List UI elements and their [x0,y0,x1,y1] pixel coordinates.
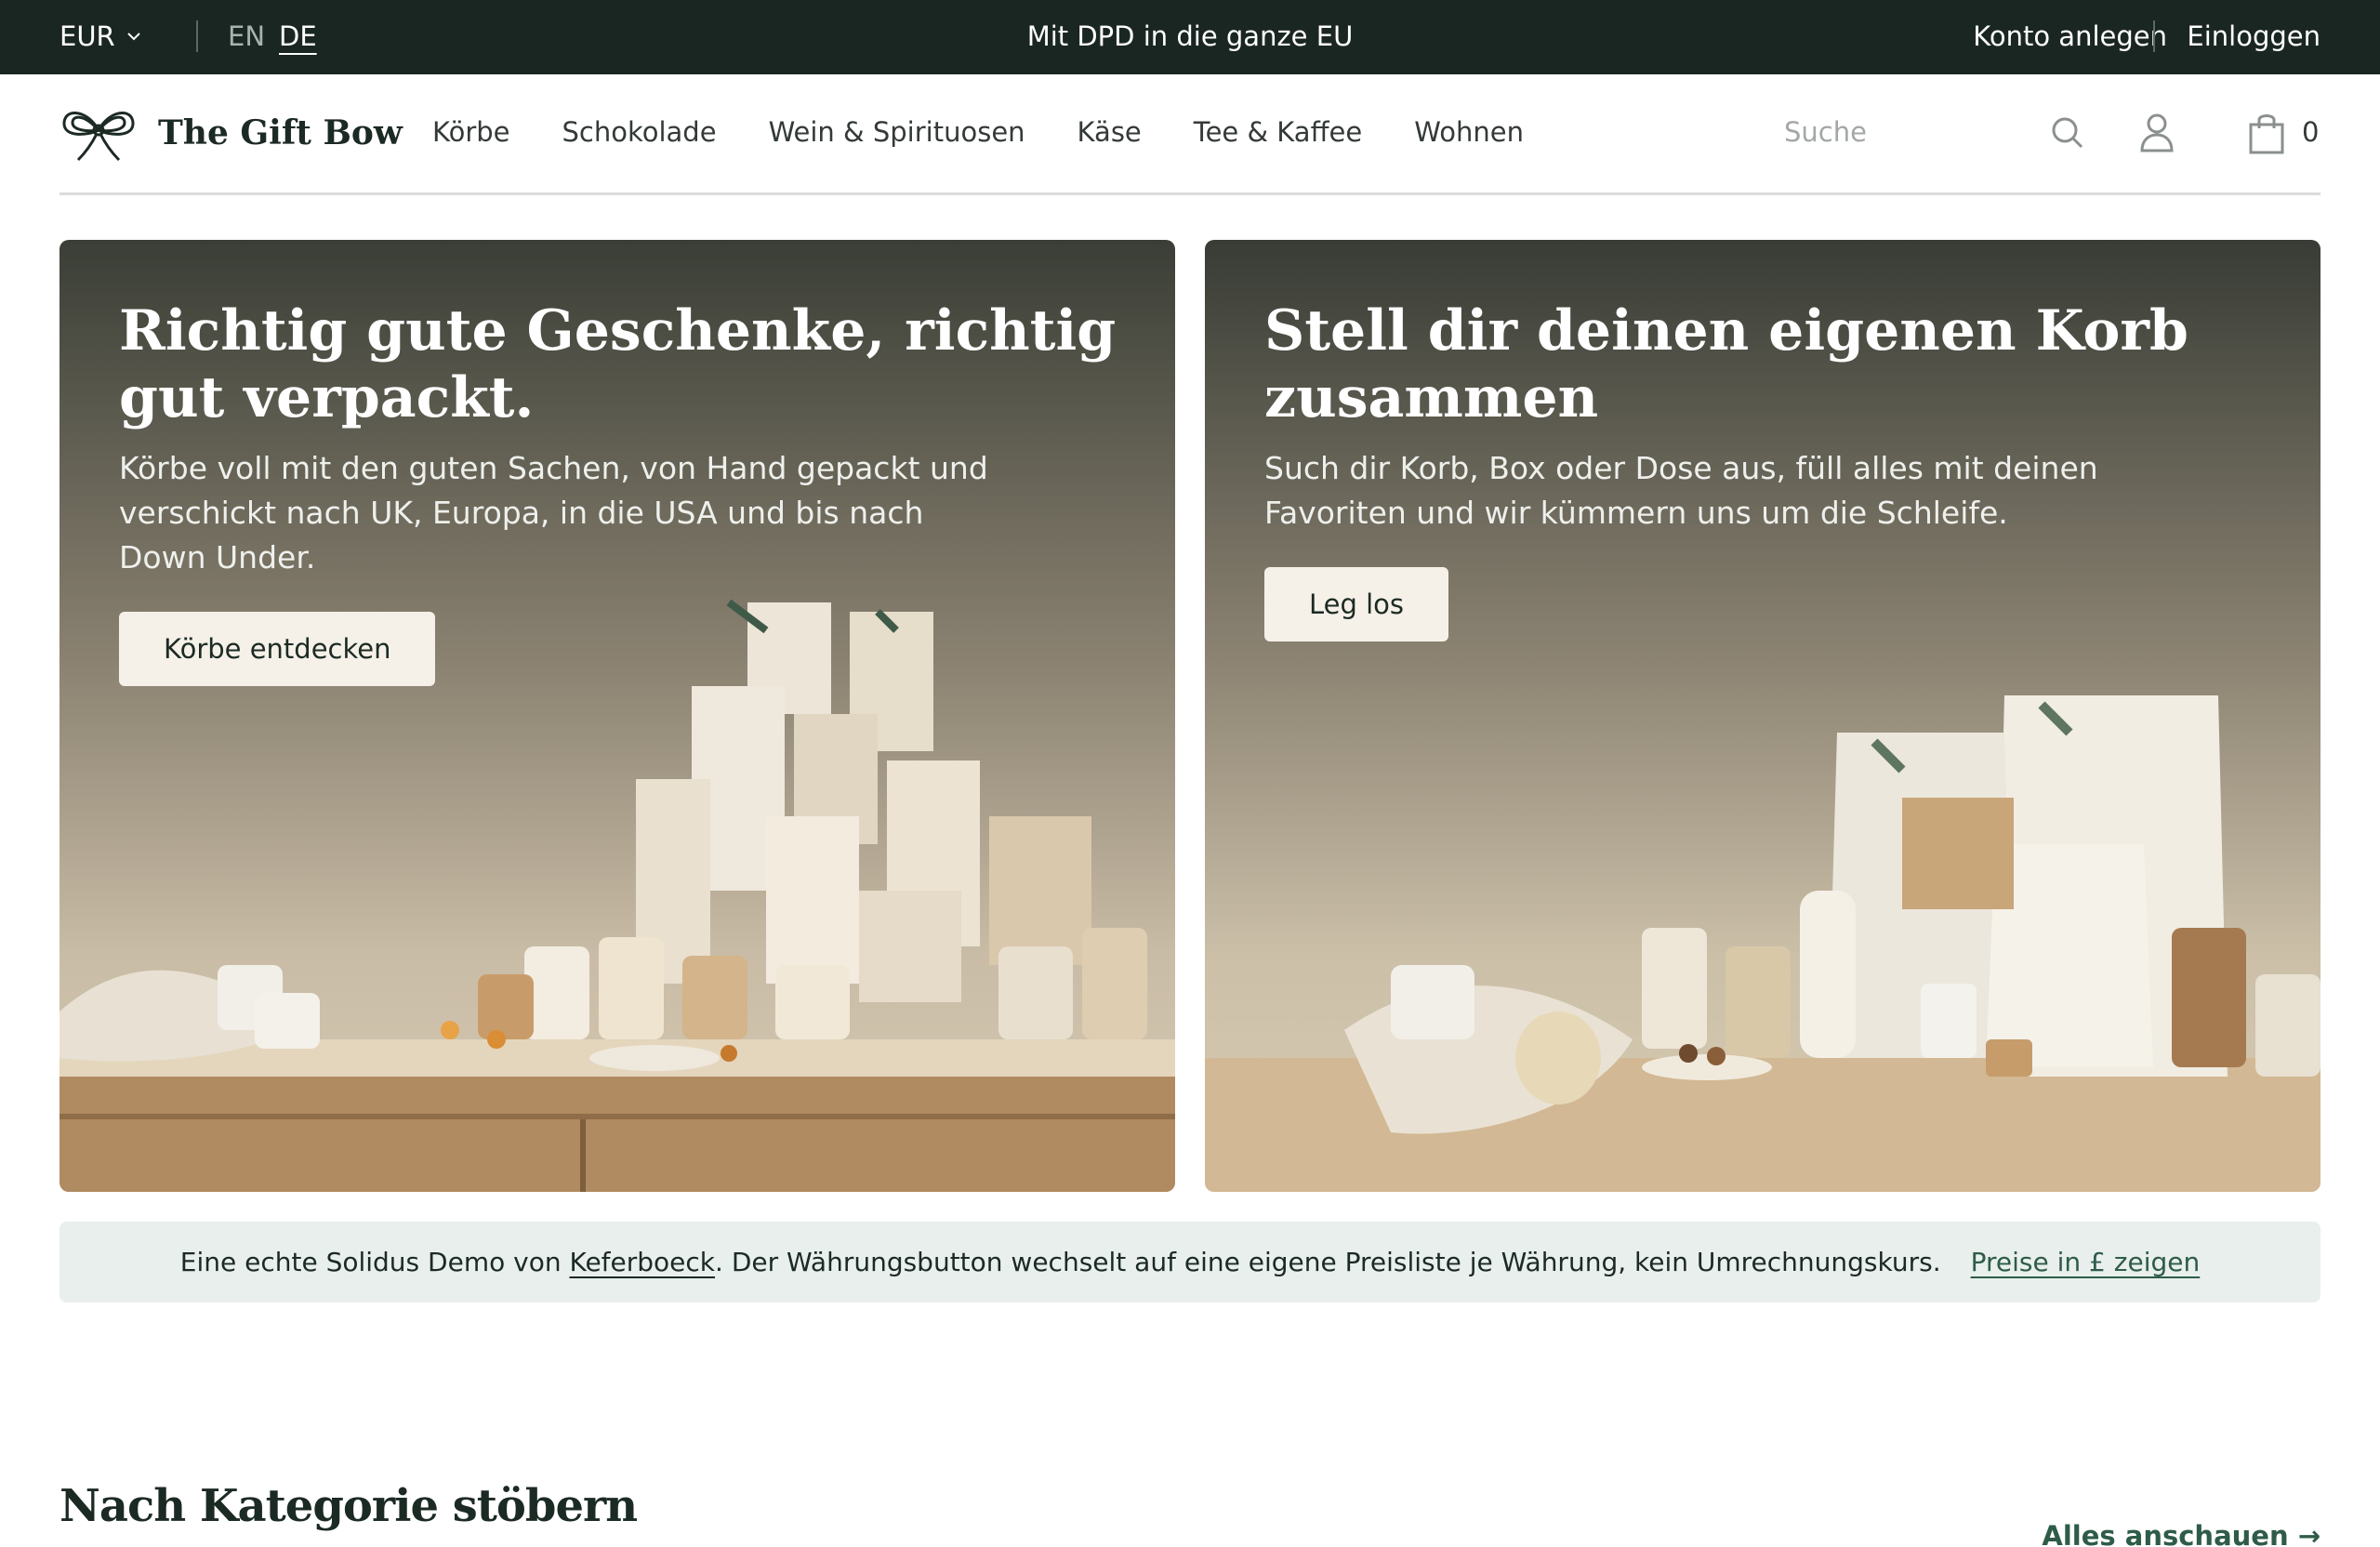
main-nav: Körbe Schokolade Wein & Spirituosen Käse… [432,116,1524,148]
notice-suffix: . Der Währungsbutton wechselt auf eine e… [715,1247,1941,1277]
nav-item-schokolade[interactable]: Schokolade [562,116,717,148]
nav-item-wein-spirituosen[interactable]: Wein & Spirituosen [769,116,1025,148]
demo-notice-banner: Eine echte Solidus Demo von Keferboeck .… [60,1222,2320,1302]
hero-title: Stell dir deinen eigenen Korb zusammen [1264,298,2188,430]
see-all-link[interactable]: Alles anschauen → [2042,1520,2320,1547]
brand-logo[interactable]: The Gift Bow [60,102,403,164]
get-started-button[interactable]: Leg los [1264,567,1449,641]
create-account-link[interactable]: Konto anlegen [1973,20,2167,52]
bow-logo-icon [62,112,135,162]
divider [2153,20,2155,52]
show-gbp-prices-link[interactable]: Preise in £ zeigen [1971,1247,2201,1277]
user-icon[interactable] [2136,110,2177,156]
hero-text: Such dir Korb, Box oder Dose aus, füll a… [1264,450,2098,531]
nav-item-kaese[interactable]: Käse [1078,116,1142,148]
nav-item-koerbe[interactable]: Körbe [432,116,510,148]
search-icon[interactable] [2047,110,2088,156]
hero-title: Richtig gute Geschenke, richtig gut verp… [119,298,1117,430]
main-header: The Gift Bow Körbe Schokolade Wein & Spi… [60,74,2320,195]
top-bar: EUR EN DE Mit DPD in die ganze EU Konto … [0,0,2380,74]
login-link[interactable]: Einloggen [2187,20,2320,52]
nav-item-wohnen[interactable]: Wohnen [1414,116,1524,148]
search-input[interactable]: Suche [1784,116,1867,148]
hero-card-baskets[interactable]: Richtig gute Geschenke, richtig gut verp… [60,240,1175,1192]
cart-count[interactable]: 0 [2302,116,2319,148]
shopping-bag-icon[interactable] [2246,110,2287,156]
explore-baskets-button[interactable]: Körbe entdecken [119,612,436,686]
section-title: Nach Kategorie stöbern [60,1480,638,1532]
hero-text: Körbe voll mit den guten Sachen, von Han… [119,450,988,575]
hero-card-build-your-own[interactable]: Stell dir deinen eigenen Korb zusammen S… [1205,240,2320,1192]
keferboeck-link[interactable]: Keferboeck [569,1247,715,1277]
notice-prefix: Eine echte Solidus Demo von [179,1247,570,1277]
brand-name: The Gift Bow [158,113,403,152]
nav-item-tee-kaffee[interactable]: Tee & Kaffee [1194,116,1362,148]
